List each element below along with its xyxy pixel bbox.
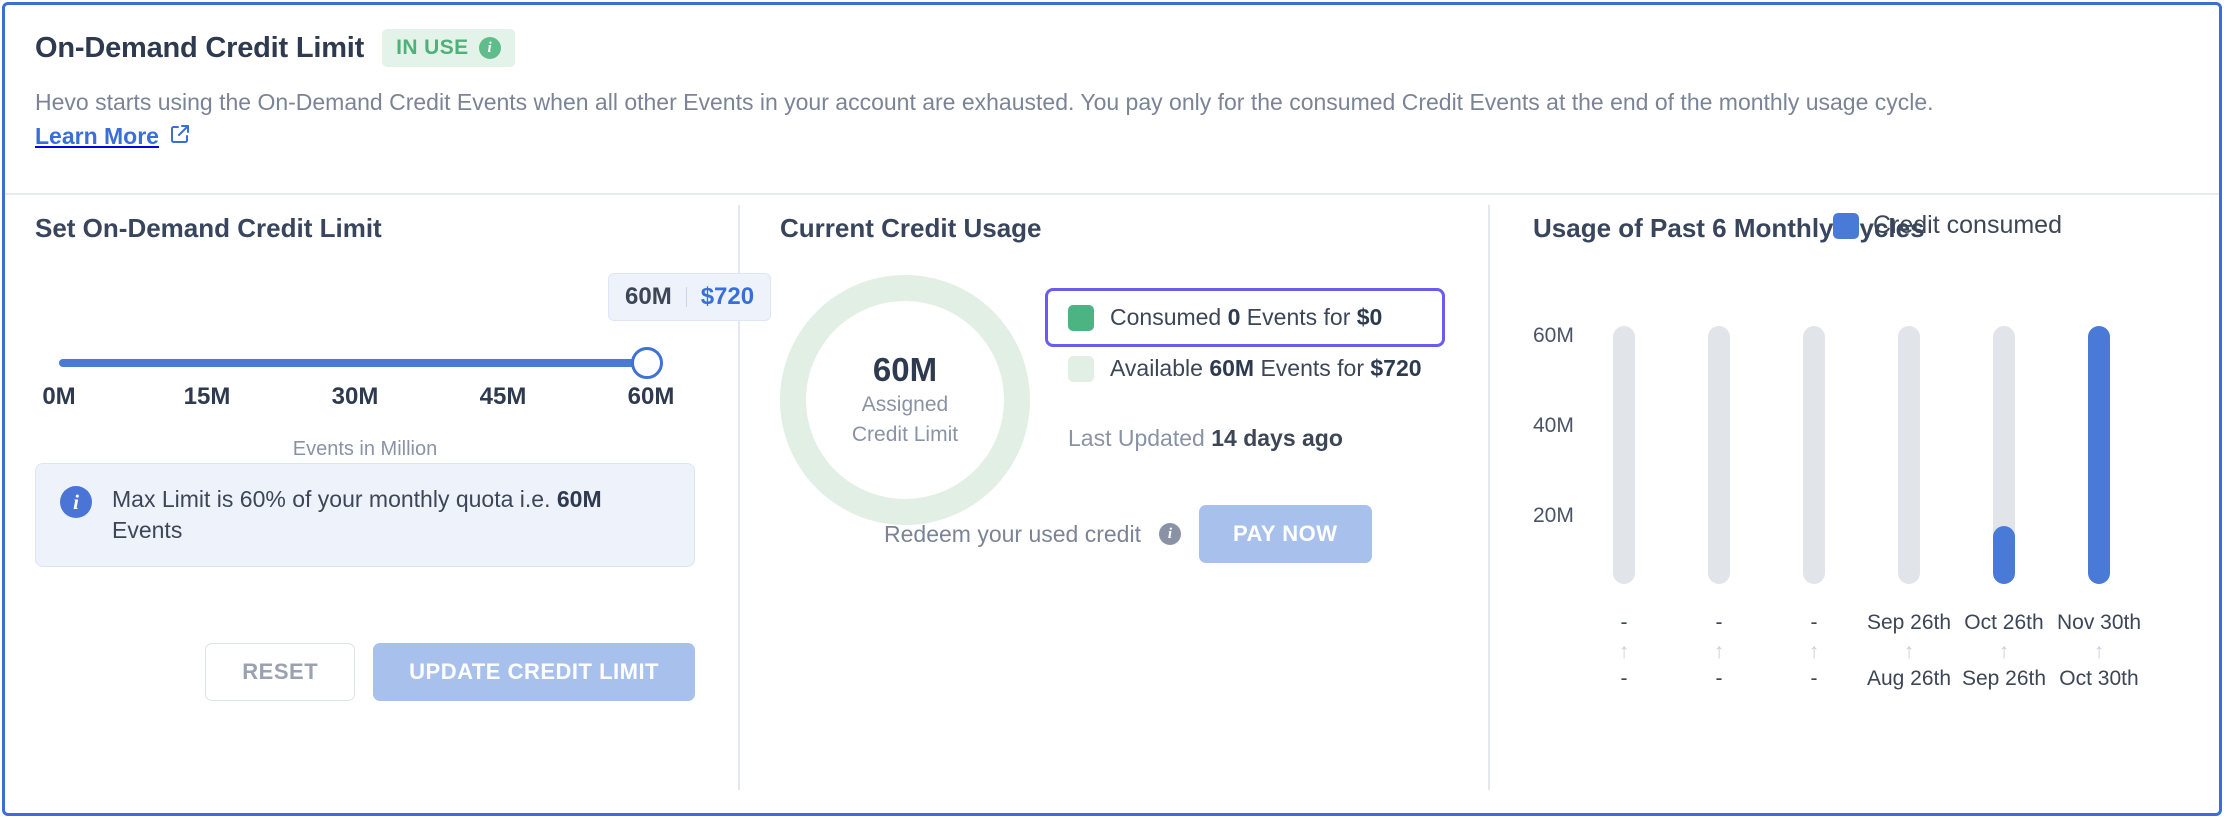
info-icon: i (60, 486, 92, 518)
available-events: 60M (1209, 355, 1255, 381)
header-title-row: On-Demand Credit Limit IN USE i (35, 29, 515, 67)
bar-slot-3[interactable] (1803, 326, 1825, 584)
bar-group (1613, 326, 2193, 584)
bar-track (1708, 326, 1730, 584)
slider-tick-0: 0M (42, 383, 76, 410)
on-demand-credit-limit-card: On-Demand Credit Limit IN USE i Hevo sta… (2, 2, 2222, 816)
consumed-amount: $0 (1356, 304, 1383, 330)
available-amount: $720 (1370, 355, 1422, 381)
available-middle: Events for (1254, 355, 1371, 381)
last-updated-value: 14 days ago (1211, 425, 1343, 451)
slider-fill (59, 359, 651, 367)
slider-tooltip-price: $720 (700, 283, 755, 310)
max-limit-suffix: Events (112, 517, 183, 544)
consumed-events: 0 (1227, 304, 1241, 330)
bar-slot-6[interactable] (2088, 326, 2110, 584)
learn-more-link[interactable]: Learn More (35, 123, 191, 150)
x-axis-labels: - ↑ - - ↑ - - ↑ - Sep 26th ↑ Aug 26th Oct 26th ↑ S… (1613, 611, 2193, 721)
bar-track (1803, 326, 1825, 584)
bar-track (1898, 326, 1920, 584)
info-icon[interactable]: i (478, 37, 501, 59)
column-divider-2 (1488, 205, 1490, 790)
consumed-prefix: Consumed (1110, 304, 1228, 330)
x-label-col-6: Nov 30th ↑ Oct 30th (2039, 611, 2159, 691)
set-credit-limit-panel: Set On-Demand Credit Limit 60M $720 0M 1… (35, 213, 772, 701)
redeem-row: Redeem your used credit i PAY NOW (884, 505, 1372, 563)
y-tick-20m: 20M (1533, 504, 1574, 527)
bar-track (1613, 326, 1635, 584)
external-link-icon (169, 123, 191, 150)
reset-button[interactable]: RESET (205, 643, 356, 701)
usage-bar-chart: 60M 40M 20M - ↑ - - ↑ - - ↑ - Sep 26th ↑ Aug 26t… (1533, 318, 2193, 690)
consumed-swatch-icon (1068, 304, 1094, 331)
legend-item-available: Available 60M Events for $720 (1045, 347, 1445, 390)
learn-more-label: Learn More (35, 123, 159, 149)
last-updated-label: Last Updated (1068, 425, 1212, 451)
slider-axis-caption: Events in Million (292, 438, 438, 460)
bar-fill (1993, 526, 2015, 584)
available-label: Available 60M Events for $720 (1110, 355, 1422, 382)
bar-fill (2088, 326, 2110, 584)
arrow-up-icon: ↑ (2093, 640, 2105, 663)
last-updated: Last Updated 14 days ago (1068, 425, 1343, 452)
chart-legend-label: Credit consumed (1873, 211, 2062, 239)
cycle-start-6: Oct 30th (2059, 667, 2139, 690)
legend-item-consumed[interactable]: Consumed 0 Events for $0 (1045, 288, 1445, 347)
consumed-middle: Events for (1240, 304, 1357, 330)
max-limit-prefix: Max Limit is 60% of your monthly quota i… (112, 486, 557, 512)
slider-tooltip-events: 60M (625, 283, 672, 310)
slider-tick-3: 45M (479, 383, 527, 410)
slider-track[interactable] (59, 359, 651, 367)
credit-consumed-swatch-icon (1833, 212, 1859, 239)
current-credit-usage-panel: Current Credit Usage 60M Assigned Credit… (780, 213, 1460, 563)
slider-tick-4: 60M (627, 383, 675, 410)
redeem-label: Redeem your used credit (884, 520, 1141, 547)
set-credit-limit-title: Set On-Demand Credit Limit (35, 213, 382, 243)
donut-value: 60M (872, 350, 938, 388)
status-badge: IN USE i (382, 29, 515, 67)
slider-value-tooltip: 60M $720 (608, 273, 772, 321)
max-limit-value: 60M (556, 486, 602, 512)
bar-slot-2[interactable] (1708, 326, 1730, 584)
slider-tick-1: 15M (183, 383, 231, 410)
header-description: Hevo starts using the On-Demand Credit E… (35, 89, 1934, 115)
max-limit-info-box: i Max Limit is 60% of your monthly quota… (35, 463, 695, 568)
donut-center: 60M Assigned Credit Limit (780, 275, 1030, 525)
set-limit-actions: RESET UPDATE CREDIT LIMIT (35, 643, 695, 701)
card-header: On-Demand Credit Limit IN USE i Hevo sta… (5, 5, 2219, 195)
bar-slot-4[interactable] (1898, 326, 1920, 584)
y-tick-60m: 60M (1533, 324, 1574, 347)
y-tick-40m: 40M (1533, 414, 1574, 437)
info-icon[interactable]: i (1158, 523, 1181, 545)
donut-label-line1: Assigned (861, 392, 949, 416)
donut-label-line2: Credit Limit (851, 423, 959, 446)
update-credit-limit-button[interactable]: UPDATE CREDIT LIMIT (373, 643, 695, 701)
pay-now-button[interactable]: PAY NOW (1198, 505, 1372, 563)
current-credit-usage-title: Current Credit Usage (780, 213, 1042, 243)
chart-legend: Credit consumed (1833, 211, 2062, 240)
slider-tick-labels: 0M 15M 30M 45M 60M (35, 383, 695, 413)
status-badge-label: IN USE (396, 36, 469, 59)
slider-tooltip-separator (685, 287, 687, 307)
page-title: On-Demand Credit Limit (35, 31, 365, 64)
slider-handle[interactable] (631, 347, 663, 379)
available-prefix: Available (1110, 355, 1210, 381)
assigned-credit-donut: 60M Assigned Credit Limit (780, 275, 1030, 525)
slider-tick-2: 30M (331, 383, 379, 410)
usage-history-panel: Usage of Past 6 Monthly Cycles Credit co… (1533, 211, 2193, 690)
cycle-end-6: Nov 30th (2056, 611, 2142, 634)
credit-usage-legend: Consumed 0 Events for $0 Available 60M E… (1045, 288, 1445, 390)
consumed-label: Consumed 0 Events for $0 (1110, 304, 1382, 331)
available-swatch-icon (1068, 355, 1094, 382)
bar-slot-5[interactable] (1993, 326, 2015, 584)
bar-slot-1[interactable] (1613, 326, 1635, 584)
max-limit-info-text: Max Limit is 60% of your monthly quota i… (112, 484, 670, 546)
